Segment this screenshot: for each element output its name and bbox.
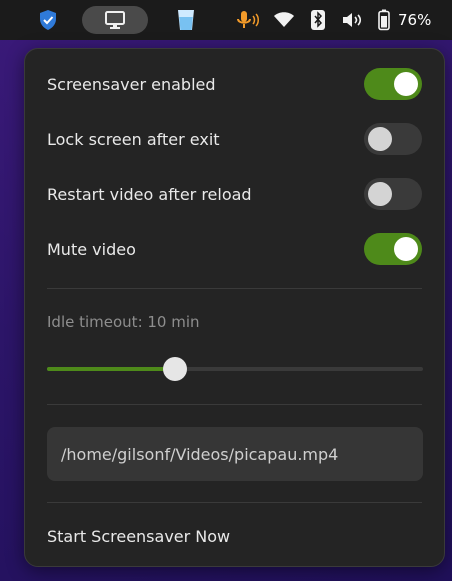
microphone-icon — [237, 11, 259, 28]
cup-icon — [178, 10, 194, 30]
monitor-icon — [105, 11, 125, 29]
volume-indicator[interactable] — [340, 6, 364, 34]
battery-indicator[interactable]: 76% — [378, 6, 448, 34]
volume-icon — [343, 13, 362, 27]
bluetooth-icon — [311, 10, 325, 30]
video-path-field[interactable]: /home/gilsonf/Videos/picapau.mp4 — [47, 427, 423, 481]
switch-knob — [394, 72, 418, 96]
divider — [47, 502, 422, 503]
slider-thumb[interactable] — [162, 357, 187, 381]
toggle-row-restart-video[interactable]: Restart video after reload — [25, 174, 444, 214]
divider — [47, 288, 422, 289]
security-indicator[interactable] — [36, 6, 60, 34]
screensaver-enabled-switch[interactable] — [364, 68, 422, 100]
screensaver-indicator-button[interactable] — [82, 6, 148, 34]
top-bar: 76% — [0, 0, 452, 40]
wifi-icon — [274, 12, 294, 27]
toggle-label: Lock screen after exit — [47, 129, 220, 149]
switch-knob — [368, 182, 392, 206]
lock-screen-switch[interactable] — [364, 123, 422, 155]
switch-knob — [368, 127, 392, 151]
bluetooth-indicator[interactable] — [308, 6, 328, 34]
caffeine-indicator[interactable] — [174, 6, 198, 34]
wifi-indicator[interactable] — [272, 6, 296, 34]
toggle-label: Restart video after reload — [47, 184, 252, 204]
toggle-row-lock-screen[interactable]: Lock screen after exit — [25, 119, 444, 159]
toggle-label: Mute video — [47, 239, 136, 259]
idle-timeout-label: Idle timeout: 10 min — [47, 313, 200, 331]
idle-timeout-slider[interactable] — [47, 357, 423, 381]
start-screensaver-button[interactable]: Start Screensaver Now — [47, 527, 230, 546]
toggle-label: Screensaver enabled — [47, 74, 216, 94]
shield-icon — [40, 10, 56, 30]
restart-video-switch[interactable] — [364, 178, 422, 210]
screensaver-menu-panel: Screensaver enabled Lock screen after ex… — [24, 48, 445, 567]
mute-video-switch[interactable] — [364, 233, 422, 265]
battery-percentage: 76% — [398, 11, 432, 29]
video-path-text: /home/gilsonf/Videos/picapau.mp4 — [61, 444, 339, 464]
divider — [47, 404, 422, 405]
battery-icon — [378, 9, 390, 31]
microphone-indicator[interactable] — [234, 6, 260, 34]
slider-fill — [47, 367, 175, 371]
switch-knob — [394, 237, 418, 261]
toggle-row-screensaver-enabled[interactable]: Screensaver enabled — [25, 64, 444, 104]
toggle-row-mute-video[interactable]: Mute video — [25, 229, 444, 269]
